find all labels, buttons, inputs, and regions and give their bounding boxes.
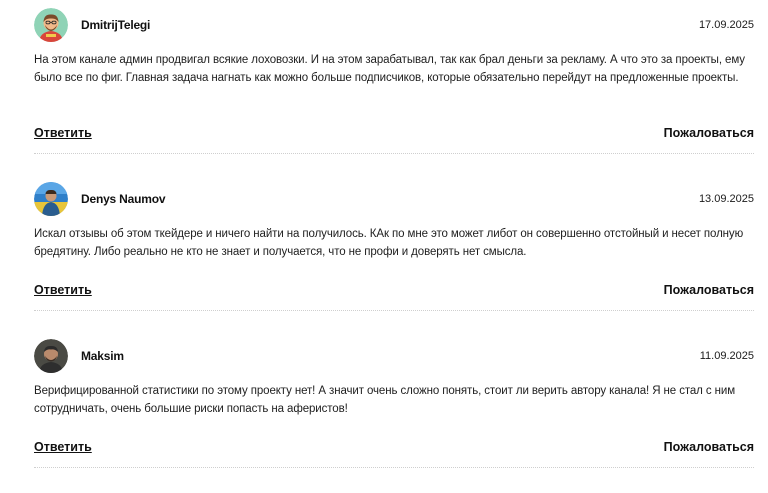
reply-link[interactable]: Ответить — [34, 283, 92, 297]
comment-item: Denys Naumov 13.09.2025 Искал отзывы об … — [34, 182, 754, 311]
comment-author: Maksim — [81, 349, 124, 363]
comment-date: 11.09.2025 — [699, 350, 754, 362]
comment-author: Denys Naumov — [81, 192, 166, 206]
comment-item: DmitrijTelegi 17.09.2025 На этом канале … — [34, 8, 754, 154]
user-avatar-cartoon-icon[interactable] — [34, 8, 68, 42]
comments-list: DmitrijTelegi 17.09.2025 На этом канале … — [0, 0, 768, 493]
report-link[interactable]: Пожаловаться — [664, 440, 754, 454]
comment-divider — [34, 153, 754, 154]
user-avatar-photo-icon[interactable] — [34, 182, 68, 216]
comment-text: На этом канале админ продвигал всякие ло… — [34, 54, 745, 84]
comment-divider — [34, 467, 754, 468]
comment-header: Maksim 11.09.2025 — [34, 339, 754, 373]
report-link[interactable]: Пожаловаться — [664, 126, 754, 140]
comment-date: 17.09.2025 — [698, 19, 754, 31]
comment-date: 13.09.2025 — [698, 193, 754, 205]
comment-header: Denys Naumov 13.09.2025 — [34, 182, 754, 216]
user-avatar-photo-icon[interactable] — [34, 339, 68, 373]
comment-divider — [34, 310, 754, 311]
reply-link[interactable]: Ответить — [34, 440, 92, 454]
report-link[interactable]: Пожаловаться — [664, 283, 754, 297]
comment-item: Maksim 11.09.2025 Верифицированной стати… — [34, 339, 754, 468]
comment-actions: Ответить Пожаловаться — [34, 126, 754, 140]
reply-link[interactable]: Ответить — [34, 126, 92, 140]
comment-actions: Ответить Пожаловаться — [34, 440, 754, 454]
comment-header: DmitrijTelegi 17.09.2025 — [34, 8, 754, 42]
comment-actions: Ответить Пожаловаться — [34, 283, 754, 297]
comment-author: DmitrijTelegi — [81, 18, 151, 32]
comment-text: Искал отзывы об этом ткейдере и ничего н… — [34, 228, 744, 258]
comment-text: Верифицированной статистики по этому про… — [34, 385, 736, 415]
